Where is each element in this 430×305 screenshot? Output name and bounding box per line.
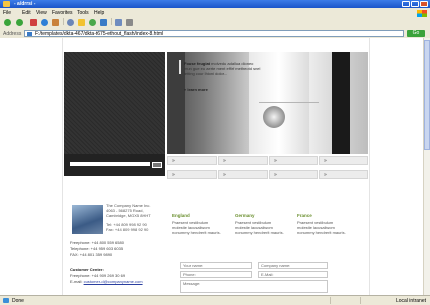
office-germany: Germany Praesent vestibulum molestie lac… [235,213,285,235]
office-england: England Praesent vestibulum molestie lac… [172,213,222,235]
phone-label: Phone: [183,272,196,277]
email-field-label: E-Mail: [261,272,274,277]
status-separator [360,297,361,304]
menu-favorites[interactable]: Favorites [52,10,73,16]
tab-arrow: » [223,172,226,178]
tab-1[interactable]: » [167,156,217,165]
tab-4[interactable]: » [319,156,368,165]
print-icon[interactable] [126,19,133,26]
home-icon[interactable] [52,19,59,26]
page-icon [27,32,32,36]
hero-dark-edge [167,52,185,154]
office-name[interactable]: Germany [235,213,285,218]
media-icon[interactable] [89,19,96,26]
tab-arrow: » [274,172,277,178]
email-field[interactable]: E-Mail: [258,271,328,278]
company-address: The Company Name Inc. 4063 - 568275 Road… [106,203,162,232]
customer-email-link[interactable]: customer-d@companyname.com [84,279,143,284]
tab-6[interactable]: » [218,170,268,179]
stop-icon[interactable] [30,19,37,26]
page-status-icon [3,298,9,303]
tab-arrow: » [172,172,175,178]
menu-help[interactable]: Help [94,10,104,16]
message-field[interactable]: Message: [180,280,328,293]
tab-2[interactable]: » [218,156,268,165]
mail-icon[interactable] [115,19,122,26]
phone-list: Freephone: +44 800 559 6580 Telephone: +… [70,240,124,258]
learn-more-link[interactable]: » learn more [184,87,208,92]
toolbar-separator [111,18,112,25]
tab-5[interactable]: » [167,170,217,179]
close-icon[interactable] [420,1,428,7]
phone-line: FAX: +44 801 359 9890 [70,252,113,257]
company-name-field[interactable]: Company name: [258,262,328,269]
company-name-label: Company name: [261,263,291,268]
window-title-bar: - a/drrsi - [0,0,430,8]
office-text: Praesent vestibulum molestie lacusaliwom… [297,220,346,235]
address-label: Address [3,31,22,37]
status-text: Done [12,298,24,304]
hero-text: Fouse feugiat molvedu adallua dioneo mun… [184,61,262,76]
dark-footer-strip [64,154,165,176]
browser-icon [3,1,10,7]
company-line: Fax: +44 809 998 92 90 [106,227,149,232]
go-button[interactable]: Go [407,30,425,37]
toolbar-separator [63,18,64,25]
refresh-icon[interactable] [41,19,48,26]
menu-tools[interactable]: Tools [77,10,89,16]
message-label: Message: [183,281,201,286]
tab-arrow: » [223,158,226,164]
office-name[interactable]: France [297,213,347,218]
tab-arrow: » [274,158,277,164]
tab-8[interactable]: » [319,170,368,179]
minimize-icon[interactable] [402,1,410,7]
favorites-icon[interactable] [78,19,85,26]
menu-edit[interactable]: Edit [22,10,31,16]
office-france: France Praesent vestibulum molestie lacu… [297,213,347,235]
history-icon[interactable] [100,19,107,26]
maximize-icon[interactable] [411,1,419,7]
tab-arrow: » [172,158,175,164]
office-text: Praesent vestibulum molestie lacusaliwom… [235,220,284,235]
back-icon[interactable] [4,19,11,26]
your-name-field[interactable]: Your name: [180,262,252,269]
window-title: - a/drrsi - [14,1,36,7]
menu-file[interactable]: File [3,10,11,16]
tab-arrow: » [324,158,327,164]
office-text: Praesent vestibulum molestie lacusaliwom… [172,220,221,235]
search-button[interactable] [152,162,162,168]
search-icon[interactable] [67,19,74,26]
customer-center: Customer Center: Freephone: +44 909 269 … [70,267,143,285]
dark-pattern-panel [64,52,165,154]
status-zone: Local intranet [395,298,426,304]
tab-3[interactable]: » [269,156,318,165]
pocket-seam [259,102,319,103]
tie-shape [332,52,350,154]
tab-7[interactable]: » [269,170,318,179]
status-separator [330,297,331,304]
vertical-scrollbar[interactable] [423,38,430,295]
office-name[interactable]: England [172,213,222,218]
scrollbar-thumb[interactable] [424,40,430,150]
police-badge-icon [263,106,285,128]
company-building-image [72,205,103,234]
forward-icon[interactable] [16,19,23,26]
search-field[interactable] [70,162,150,166]
phone-field[interactable]: Phone: [180,271,252,278]
address-input[interactable]: F:/templates/dkta-467/dkta-t675-ethout_f… [24,30,404,37]
email-label: E-mail: [70,279,83,284]
tab-arrow: » [324,172,327,178]
address-value: F:/templates/dkta-467/dkta-t675-ethout_f… [35,31,164,37]
menu-view[interactable]: View [36,10,47,16]
your-name-label: Your name: [183,263,204,268]
slide-indicator [179,60,181,74]
windows-logo-icon [417,10,427,17]
